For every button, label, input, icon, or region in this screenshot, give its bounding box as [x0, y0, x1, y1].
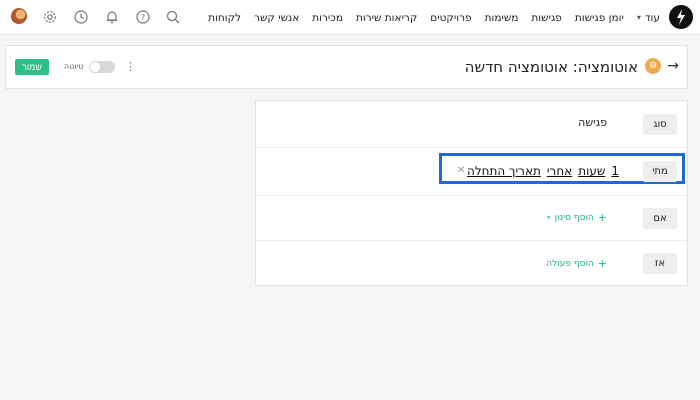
- nav-more-menu[interactable]: עוד ▾: [637, 12, 660, 24]
- then-label: אז: [643, 253, 677, 274]
- then-row: אז + הוסף פעולה: [256, 241, 687, 287]
- toggle-knob: [90, 62, 100, 72]
- back-arrow-icon[interactable]: →: [667, 58, 679, 74]
- more-options-icon[interactable]: ⋮: [125, 60, 136, 73]
- automation-header: → ⚙ אוטומציה: אוטומציה חדשה ⋮ טיוטה שמור: [5, 45, 688, 89]
- add-filter-button[interactable]: + הוסף סינון ▾: [547, 211, 607, 224]
- nav-more-label: עוד: [644, 11, 660, 24]
- when-label: מתי: [643, 161, 677, 182]
- nav-item-tasks[interactable]: משימות: [485, 12, 519, 24]
- type-row: סוג פגישה: [256, 101, 687, 148]
- nav-item-customers[interactable]: לקוחות: [208, 12, 241, 24]
- nav-item-calendar[interactable]: יומן פגישות: [575, 12, 624, 24]
- trigger-amount[interactable]: 1: [611, 164, 619, 178]
- add-action-label: הוסף פעולה: [546, 258, 594, 269]
- plus-icon: +: [597, 257, 607, 270]
- clear-trigger-icon[interactable]: ✕: [457, 165, 465, 176]
- trigger-relation[interactable]: אחרי: [547, 164, 572, 178]
- top-navigation: לקוחות אנשי קשר מכירות קריאות שירות פרוי…: [0, 0, 700, 35]
- trigger-unit[interactable]: שעות: [578, 164, 605, 178]
- plus-icon: +: [597, 211, 607, 224]
- trigger-field[interactable]: תאריך התחלה: [467, 164, 541, 178]
- when-row: מתי 1 שעות אחרי תאריך התחלה ✕: [256, 148, 687, 196]
- gear-icon[interactable]: [42, 9, 58, 25]
- automation-builder: סוג פגישה מתי 1 שעות אחרי תאריך התחלה ✕ …: [255, 100, 688, 286]
- draft-label: טיוטה: [64, 62, 84, 71]
- nav-item-meetings[interactable]: פגישות: [531, 12, 561, 24]
- draft-toggle[interactable]: [89, 61, 115, 73]
- app-logo-icon[interactable]: [669, 5, 693, 29]
- add-action-button[interactable]: + הוסף פעולה: [546, 257, 607, 270]
- chevron-down-icon: ▾: [636, 13, 641, 22]
- if-row: אם + הוסף סינון ▾: [256, 196, 687, 241]
- search-icon[interactable]: [165, 9, 181, 25]
- if-label: אם: [643, 208, 677, 229]
- type-value[interactable]: פגישה: [578, 116, 607, 129]
- page-title: אוטומציה: אוטומציה חדשה: [464, 58, 638, 76]
- user-avatar[interactable]: [11, 8, 27, 24]
- trigger-condition: 1 שעות אחרי תאריך התחלה: [467, 164, 619, 178]
- clock-icon[interactable]: [73, 9, 89, 25]
- nav-item-service-calls[interactable]: קריאות שירות: [356, 12, 417, 24]
- nav-item-projects[interactable]: פרויקטים: [430, 12, 471, 24]
- main-nav: לקוחות אנשי קשר מכירות קריאות שירות פרוי…: [208, 0, 660, 35]
- nav-item-sales[interactable]: מכירות: [312, 12, 343, 24]
- automation-icon: ⚙: [645, 58, 661, 74]
- svg-text:?: ?: [141, 13, 145, 22]
- save-button[interactable]: שמור: [15, 59, 49, 75]
- chevron-down-icon: ▾: [546, 213, 551, 222]
- nav-item-contacts[interactable]: אנשי קשר: [254, 12, 299, 24]
- bell-icon[interactable]: [104, 9, 120, 25]
- type-label: סוג: [643, 114, 677, 135]
- add-filter-label: הוסף סינון: [554, 212, 594, 223]
- help-icon[interactable]: ?: [135, 9, 151, 25]
